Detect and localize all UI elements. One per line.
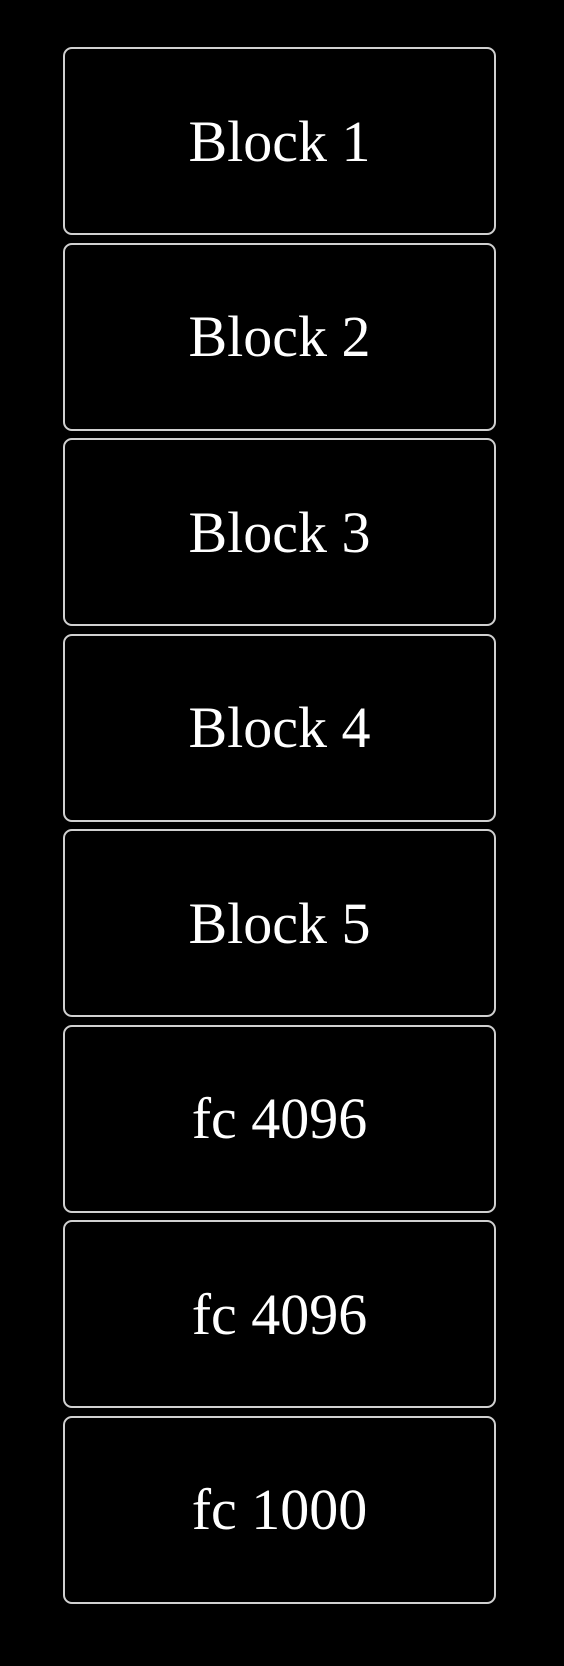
layer-fc-2: fc 4096 <box>63 1220 496 1408</box>
layer-stack-diagram: Block 1 Block 2 Block 3 Block 4 Block 5 … <box>63 47 496 1611</box>
layer-label: Block 5 <box>188 890 371 956</box>
layer-label: Block 3 <box>188 499 371 565</box>
layer-block-3: Block 3 <box>63 438 496 626</box>
layer-fc-1: fc 4096 <box>63 1024 496 1213</box>
layer-block-2: Block 2 <box>63 242 496 431</box>
layer-block-4: Block 4 <box>63 633 496 822</box>
layer-label: Block 2 <box>188 304 371 369</box>
layer-label: fc 4096 <box>191 1086 368 1151</box>
layer-label: Block 1 <box>188 108 371 174</box>
layer-label: Block 4 <box>188 695 371 760</box>
layer-label: fc 4096 <box>191 1281 368 1347</box>
layer-fc-3: fc 1000 <box>63 1415 496 1604</box>
layer-block-5: Block 5 <box>63 829 496 1017</box>
layer-block-1: Block 1 <box>63 47 496 235</box>
layer-label: fc 1000 <box>191 1477 368 1542</box>
